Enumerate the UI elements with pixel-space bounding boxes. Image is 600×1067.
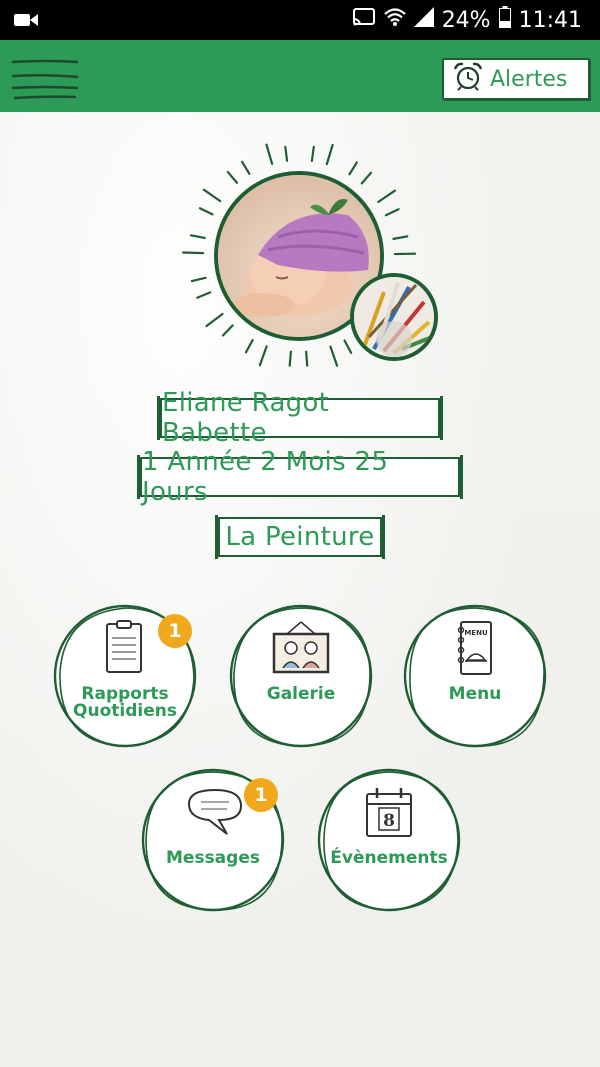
sun-ray — [205, 312, 224, 328]
sun-ray — [284, 145, 289, 162]
sun-ray — [265, 143, 274, 165]
picture-frame-icon — [272, 621, 330, 674]
activity-photo — [350, 273, 438, 361]
sun-ray — [288, 350, 292, 367]
sun-ray — [190, 276, 207, 283]
sun-ray — [305, 350, 309, 367]
sun-ray — [258, 345, 268, 367]
activity-label: La Peinture — [215, 515, 385, 559]
daily-reports-label-2: Quotidiens — [73, 701, 177, 721]
alerts-label: Alertes — [490, 66, 568, 92]
menu-book-icon: MENU — [457, 621, 492, 675]
events-button[interactable]: 8 Évènements — [314, 766, 464, 916]
daily-reports-button[interactable]: Rapports Quotidiens 1 — [50, 602, 200, 752]
speech-bubble-icon — [187, 788, 243, 835]
battery-percent: 24% — [441, 7, 491, 33]
sun-ray — [329, 345, 339, 367]
signal-icon — [413, 7, 434, 33]
wifi-icon — [383, 7, 406, 33]
cast-icon — [352, 7, 376, 33]
sun-ray — [384, 208, 400, 217]
messages-button[interactable]: Messages 1 — [138, 766, 288, 916]
events-label: Évènements — [330, 848, 448, 868]
alarm-clock-icon — [452, 61, 484, 97]
daily-reports-badge: 1 — [158, 614, 192, 648]
messages-label: Messages — [166, 848, 260, 868]
calendar-icon-text: 8 — [383, 811, 395, 831]
sun-ray — [392, 235, 409, 240]
sun-ray — [198, 207, 214, 216]
profile-avatar[interactable] — [180, 135, 438, 375]
menu-label: Menu — [448, 684, 502, 704]
menu-icon-text: MENU — [464, 629, 488, 637]
sun-ray — [348, 161, 358, 176]
status-bar: 24% 11:41 — [0, 0, 600, 40]
menu-button[interactable]: MENU Menu — [400, 602, 550, 752]
sun-ray — [226, 170, 239, 184]
gallery-button[interactable]: Galerie — [226, 602, 376, 752]
sun-ray — [202, 188, 222, 203]
sun-ray — [189, 234, 206, 240]
sun-ray — [377, 189, 396, 204]
hamburger-menu-button[interactable] — [10, 56, 80, 100]
clock-time: 11:41 — [518, 7, 582, 33]
sun-ray — [360, 171, 373, 185]
child-name: Eliane Ragot Babette — [157, 388, 443, 448]
sun-ray — [244, 338, 254, 354]
child-name-text: Eliane Ragot Babette — [162, 388, 330, 448]
sun-ray — [241, 160, 251, 175]
gallery-label: Galerie — [266, 684, 336, 704]
calendar-icon: 8 — [366, 788, 412, 837]
hamburger-icon — [11, 59, 79, 100]
clipboard-icon — [106, 620, 142, 673]
sun-ray — [221, 324, 234, 337]
child-age-text: 1 Année 2 Mois 25 Jours — [142, 447, 389, 507]
video-camera-icon — [14, 12, 38, 32]
alerts-button[interactable]: Alertes — [442, 58, 590, 100]
messages-badge: 1 — [244, 778, 278, 812]
activity-label-text: La Peinture — [225, 522, 375, 552]
sun-ray — [181, 251, 205, 255]
child-age: 1 Année 2 Mois 25 Jours — [137, 447, 463, 507]
battery-icon — [498, 6, 511, 34]
sun-ray — [196, 291, 212, 299]
sun-ray — [325, 143, 334, 166]
sun-ray — [310, 145, 315, 162]
sun-ray — [343, 339, 353, 354]
